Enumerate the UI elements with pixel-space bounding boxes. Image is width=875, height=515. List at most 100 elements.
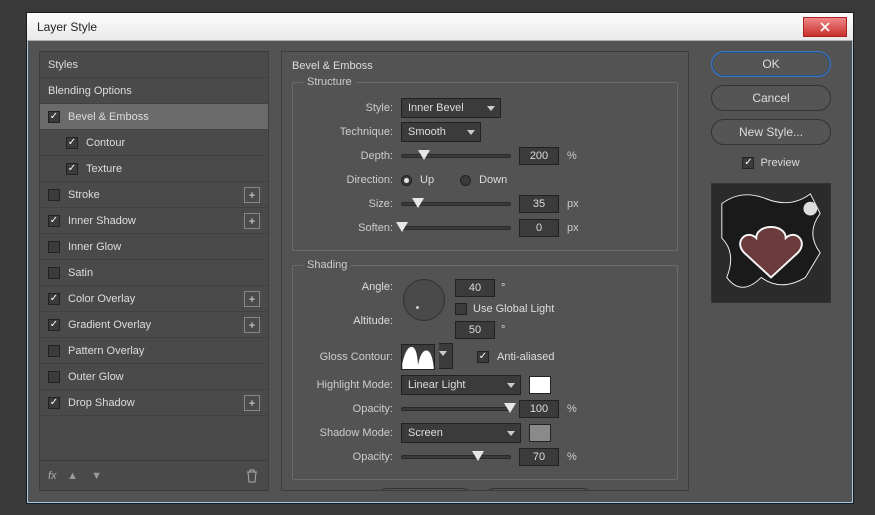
size-input[interactable] [519,195,559,213]
structure-group: Structure Style: Inner Bevel Technique: … [292,76,678,251]
shadow-mode-select[interactable]: Screen [401,423,521,443]
checkbox-gradient-overlay[interactable] [48,319,60,331]
soften-label: Soften: [303,222,393,234]
global-light-label: Use Global Light [473,303,554,315]
close-icon[interactable] [803,17,847,37]
contour-label: Contour [86,137,260,149]
altitude-input[interactable] [455,321,495,339]
style-label: Style: [303,102,393,114]
checkbox-inner-glow[interactable] [48,241,60,253]
preview-thumbnail [711,183,831,303]
row-bevel-emboss[interactable]: Bevel & Emboss [40,104,268,130]
structure-legend: Structure [303,76,356,88]
row-color-overlay[interactable]: Color Overlay + [40,286,268,312]
size-slider[interactable] [401,202,511,206]
make-default-button[interactable]: Make Default [377,488,472,491]
gloss-contour-label: Gloss Contour: [303,351,393,363]
checkbox-outer-glow[interactable] [48,371,60,383]
add-color-overlay-icon[interactable]: + [244,291,260,307]
checkbox-stroke[interactable] [48,189,60,201]
depth-slider[interactable] [401,154,511,158]
highlight-opacity-unit: % [567,403,589,415]
pattern-overlay-label: Pattern Overlay [68,345,260,357]
contour-chevron-icon[interactable] [439,343,453,369]
shadow-opacity-label: Opacity: [303,451,393,463]
row-contour[interactable]: Contour [40,130,268,156]
soften-input[interactable] [519,219,559,237]
altitude-label: Altitude: [303,315,393,327]
depth-unit: % [567,150,589,162]
bevel-label: Bevel & Emboss [68,111,260,123]
soften-unit: px [567,222,589,234]
reset-default-button[interactable]: Reset to Default [484,488,593,491]
outer-glow-label: Outer Glow [68,371,260,383]
preview-label: Preview [760,157,799,169]
highlight-color-swatch[interactable] [529,376,551,394]
texture-label: Texture [86,163,260,175]
styles-panel: Styles Blending Options Bevel & Emboss C… [39,51,269,491]
checkbox-contour[interactable] [66,137,78,149]
layer-style-window: Layer Style Styles Blending Options Beve… [26,12,854,504]
checkbox-color-overlay[interactable] [48,293,60,305]
angle-deg: ° [501,282,505,294]
checkbox-inner-shadow[interactable] [48,215,60,227]
add-gradient-overlay-icon[interactable]: + [244,317,260,333]
depth-input[interactable] [519,147,559,165]
shading-legend: Shading [303,259,351,271]
checkbox-preview[interactable] [742,157,754,169]
radio-up[interactable] [401,175,412,186]
add-inner-shadow-icon[interactable]: + [244,213,260,229]
checkbox-pattern-overlay[interactable] [48,345,60,357]
gloss-contour-picker[interactable] [401,344,435,370]
add-drop-shadow-icon[interactable]: + [244,395,260,411]
titlebar: Layer Style [27,13,853,41]
row-inner-glow[interactable]: Inner Glow [40,234,268,260]
highlight-mode-select[interactable]: Linear Light [401,375,521,395]
trash-icon[interactable] [244,468,260,484]
row-inner-shadow[interactable]: Inner Shadow+ [40,208,268,234]
checkbox-antialiased[interactable] [477,351,489,363]
checkbox-texture[interactable] [66,163,78,175]
cancel-button[interactable]: Cancel [711,85,831,111]
shadow-opacity-input[interactable] [519,448,559,466]
row-stroke[interactable]: Stroke + [40,182,268,208]
row-blending-options[interactable]: Blending Options [40,78,268,104]
gradient-overlay-label: Gradient Overlay [68,319,236,331]
arrow-up-icon[interactable]: ▲ [65,468,81,484]
row-texture[interactable]: Texture [40,156,268,182]
shadow-color-swatch[interactable] [529,424,551,442]
down-label: Down [479,174,507,186]
new-style-button[interactable]: New Style... [711,119,831,145]
angle-label: Angle: [303,281,393,293]
angle-input[interactable] [455,279,495,297]
checkbox-global-light[interactable] [455,303,467,315]
soften-slider[interactable] [401,226,511,230]
highlight-opacity-input[interactable] [519,400,559,418]
row-drop-shadow[interactable]: Drop Shadow + [40,390,268,416]
row-satin[interactable]: Satin [40,260,268,286]
arrow-down-icon[interactable]: ▼ [89,468,105,484]
style-select[interactable]: Inner Bevel [401,98,501,118]
checkbox-drop-shadow[interactable] [48,397,60,409]
size-label: Size: [303,198,393,210]
row-outer-glow[interactable]: Outer Glow [40,364,268,390]
angle-dial[interactable] [403,279,445,321]
styles-header[interactable]: Styles [40,52,268,78]
stroke-label: Stroke [68,189,236,201]
ok-button[interactable]: OK [711,51,831,77]
checkbox-satin[interactable] [48,267,60,279]
antialiased-label: Anti-aliased [497,351,554,363]
add-stroke-icon[interactable]: + [244,187,260,203]
row-gradient-overlay[interactable]: Gradient Overlay + [40,312,268,338]
size-unit: px [567,198,589,210]
shadow-opacity-slider[interactable] [401,455,511,459]
radio-down[interactable] [460,175,471,186]
checkbox-bevel[interactable] [48,111,60,123]
highlight-opacity-slider[interactable] [401,407,511,411]
highlight-mode-label: Highlight Mode: [303,379,393,391]
blending-label: Blending Options [48,85,260,97]
row-pattern-overlay[interactable]: Pattern Overlay [40,338,268,364]
technique-select[interactable]: Smooth [401,122,481,142]
drop-shadow-label: Drop Shadow [68,397,236,409]
color-overlay-label: Color Overlay [68,293,236,305]
